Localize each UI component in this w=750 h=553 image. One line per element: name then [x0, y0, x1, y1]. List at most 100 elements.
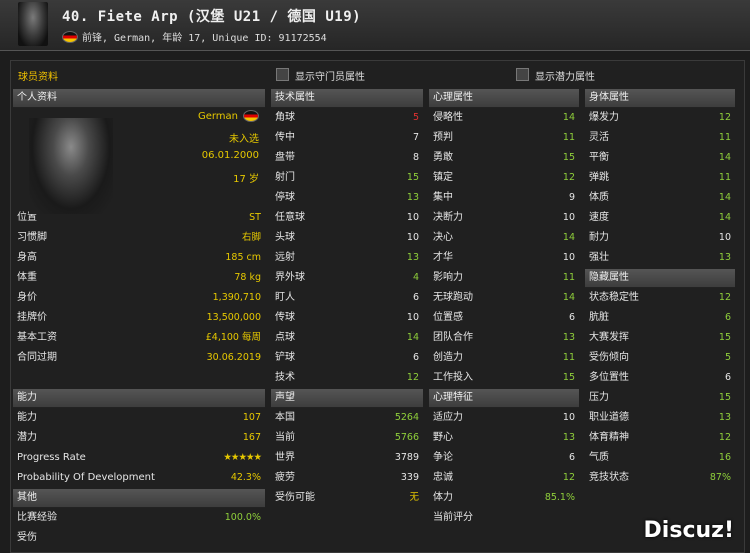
- attribute-value: 14: [718, 192, 731, 203]
- attribute-row: 弹跳 11: [585, 168, 735, 188]
- attribute-label: 工作投入: [433, 372, 473, 383]
- ability-panel: 能力 能力 107 潜力 167 Progress Rate ★★★★★ Probabili…: [13, 389, 265, 488]
- attribute-label: 比赛经验: [17, 512, 57, 523]
- player-photo: [29, 118, 113, 214]
- attribute-value: 10: [562, 212, 575, 223]
- attribute-row: 肮脏 6: [585, 308, 735, 328]
- attribute-value: 167: [242, 432, 261, 443]
- attribute-row: 射门 15: [271, 168, 423, 188]
- attribute-row: 平衡 14: [585, 148, 735, 168]
- attribute-row: 争论 6: [429, 448, 579, 468]
- show-potential-label[interactable]: 显示潜力属性: [535, 68, 595, 83]
- attribute-row: 强壮 13: [585, 248, 735, 268]
- section-label: 球员资料: [18, 72, 58, 83]
- mental-traits-panel: 心理特征 适应力 10 野心 13 争论 6 忠诚 12 体力 85.1% 当前评分: [429, 389, 579, 528]
- attribute-label: 当前评分: [433, 512, 473, 523]
- attribute-row: 爆发力 12: [585, 108, 735, 128]
- attribute-row: 灵活 11: [585, 128, 735, 148]
- attribute-value: 78 kg: [234, 272, 261, 283]
- other-rows: 比赛经验 100.0% 受伤: [13, 508, 265, 548]
- attribute-row: 疲劳 339: [271, 468, 423, 488]
- attribute-label: 才华: [433, 252, 453, 263]
- attribute-value: 15: [718, 332, 731, 343]
- physical-panel: 身体属性 爆发力 12 灵活 11 平衡 14 弹跳 11 体质 14 速度 14 耐力 10 强壮 13: [585, 89, 735, 268]
- nationality-flag-icon: [243, 110, 259, 122]
- attribute-row: 多位置性 6: [585, 368, 735, 388]
- physical-rows: 爆发力 12 灵活 11 平衡 14 弹跳 11 体质 14 速度 14 耐力 10 强壮 13: [585, 108, 735, 268]
- attribute-row: 适应力 10: [429, 408, 579, 428]
- attribute-value: 14: [406, 332, 419, 343]
- attribute-row: 比赛经验 100.0%: [13, 508, 265, 528]
- attribute-value: 16: [718, 452, 731, 463]
- attribute-row: Probability Of Development 42.3%: [13, 468, 265, 488]
- attribute-value: 12: [562, 172, 575, 183]
- attribute-label: 盯人: [275, 292, 295, 303]
- attribute-row: 当前 5766: [271, 428, 423, 448]
- attribute-label: 身高: [17, 252, 37, 263]
- attribute-value: ST: [249, 212, 261, 223]
- attribute-row: 受伤可能 无: [271, 488, 423, 508]
- attribute-row: 职业道德 13: [585, 408, 735, 428]
- attribute-row: 习惯脚 右脚: [13, 228, 265, 248]
- watermark-logo: Discuz!: [643, 518, 734, 543]
- attribute-label: 野心: [433, 432, 453, 443]
- attribute-label: 侵略性: [433, 112, 463, 123]
- attribute-row: 竞技状态 87%: [585, 468, 735, 488]
- attribute-label: 勇敢: [433, 152, 453, 163]
- technical-rows: 角球 5 传中 7 盘带 8 射门 15 停球 13 任意球 10 头球 10 远射 13 界外球 4 盯人 6 传球 1…: [271, 108, 423, 388]
- attribute-label: 肮脏: [589, 312, 609, 323]
- attribute-value: 15: [406, 172, 419, 183]
- attribute-value: 5766: [394, 432, 419, 443]
- attribute-row: 受伤: [13, 528, 265, 548]
- attribute-label: 争论: [433, 452, 453, 463]
- age-value: 17 岁: [233, 174, 259, 185]
- attribute-label: 受伤可能: [275, 492, 315, 503]
- attribute-value: 14: [562, 292, 575, 303]
- attribute-value: 8: [412, 152, 419, 163]
- attribute-value: 85.1%: [544, 492, 575, 503]
- attribute-row: 体重 78 kg: [13, 268, 265, 288]
- attribute-value: 4: [412, 272, 419, 283]
- attribute-row: 勇敢 15: [429, 148, 579, 168]
- attribute-label: 技术: [275, 372, 295, 383]
- attribute-value: 87%: [709, 472, 731, 483]
- attribute-row: 无球跑动 14: [429, 288, 579, 308]
- attribute-row: 身高 185 cm: [13, 248, 265, 268]
- show-gk-label[interactable]: 显示守门员属性: [295, 68, 365, 83]
- attribute-value: 6: [412, 292, 419, 303]
- hidden-rows: 状态稳定性 12 肮脏 6 大赛发挥 15 受伤倾向 5 多位置性 6 压力 15 职业道德 13 体育精神…: [585, 288, 735, 488]
- attribute-value: 5264: [394, 412, 419, 423]
- attribute-row: 创造力 11: [429, 348, 579, 368]
- attribute-value: £4,100 每周: [205, 332, 261, 343]
- attribute-value: 3789: [394, 452, 419, 463]
- attribute-label: 耐力: [589, 232, 609, 243]
- attribute-label: 团队合作: [433, 332, 473, 343]
- attribute-label: 影响力: [433, 272, 463, 283]
- attribute-value: 42.3%: [230, 472, 261, 483]
- germany-flag-icon: [62, 30, 78, 43]
- attribute-row: 世界 3789: [271, 448, 423, 468]
- personal-info-header: 个人资料: [13, 89, 265, 108]
- attribute-label: 铲球: [275, 352, 295, 363]
- attribute-value: 无: [409, 492, 419, 503]
- attribute-label: 预判: [433, 132, 453, 143]
- window-header: 40. Fiete Arp (汉堡 U21 / 德国 U19) 前锋, Germ…: [0, 0, 750, 51]
- page-title: 40. Fiete Arp (汉堡 U21 / 德国 U19): [62, 9, 362, 25]
- mental-rows: 侵略性 14 预判 11 勇敢 15 镇定 12 集中 9 决断力 10 决心 14 才华 10 影响力 11 无球…: [429, 108, 579, 388]
- attribute-label: 位置感: [433, 312, 463, 323]
- attribute-value: ★★★★★: [223, 452, 262, 463]
- attribute-value: 30.06.2019: [206, 352, 261, 363]
- attribute-label: 弹跳: [589, 172, 609, 183]
- attribute-label: 角球: [275, 112, 295, 123]
- attribute-label: 强壮: [589, 252, 609, 263]
- attribute-row: 野心 13: [429, 428, 579, 448]
- attribute-value: 339: [400, 472, 419, 483]
- attribute-row: 状态稳定性 12: [585, 288, 735, 308]
- show-potential-checkbox[interactable]: [516, 68, 529, 81]
- attribute-label: 忠诚: [433, 472, 453, 483]
- attribute-row: 决心 14: [429, 228, 579, 248]
- attribute-value: 100.0%: [224, 512, 261, 523]
- attribute-value: 14: [718, 212, 731, 223]
- show-gk-checkbox[interactable]: [276, 68, 289, 81]
- attribute-label: 任意球: [275, 212, 305, 223]
